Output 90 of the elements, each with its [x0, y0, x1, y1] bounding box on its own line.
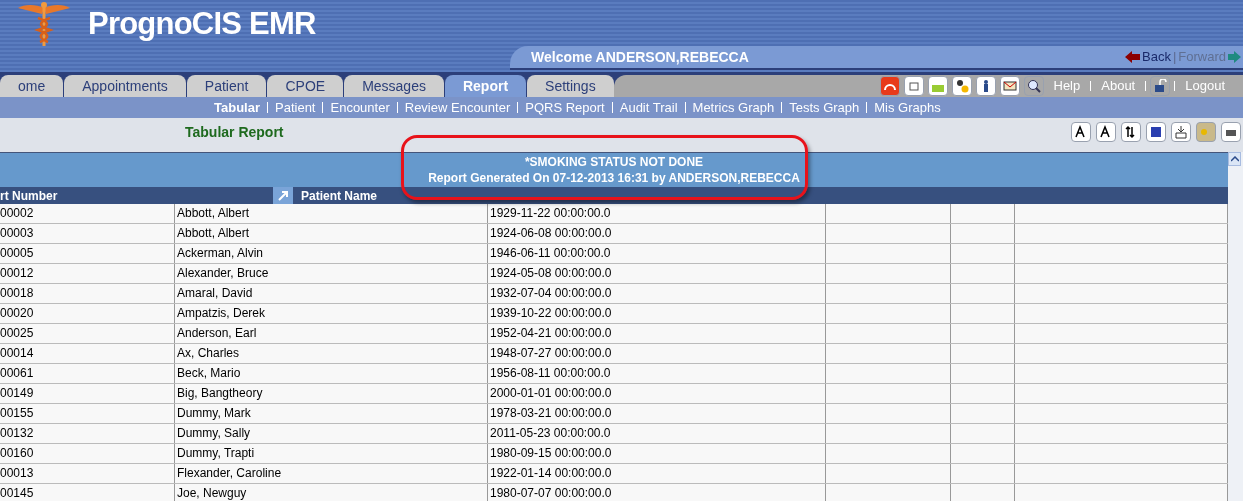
- font-larger-icon[interactable]: [1071, 122, 1091, 142]
- nav-tab[interactable]: ome: [0, 75, 64, 97]
- table-cell: 1956-08-11 00:00:00.0: [488, 364, 826, 383]
- table-cell: 2011-05-23 00:00:00.0: [488, 424, 826, 443]
- table-cell: 1924-06-08 00:00:00.0: [488, 224, 826, 243]
- help-link[interactable]: Help: [1047, 76, 1087, 96]
- back-arrow-icon[interactable]: [1125, 51, 1140, 63]
- welcome-text: Welcome ANDERSON,REBECCA: [531, 47, 749, 67]
- table-cell: Dummy, Trapti: [175, 444, 488, 463]
- table-cell: 1946-06-11 00:00:00.0: [488, 244, 826, 263]
- table-cell: Joe, Newguy: [175, 484, 488, 501]
- separator: |: [1172, 48, 1177, 67]
- caduceus-logo: [16, 0, 72, 48]
- subnav-link[interactable]: Tests Graph: [789, 97, 860, 118]
- sort-icon[interactable]: [1121, 122, 1141, 142]
- scroll-up-icon[interactable]: [1228, 152, 1241, 166]
- table-cell: Ampatzis, Derek: [175, 304, 488, 323]
- table-cell: 1980-09-15 00:00:00.0: [488, 444, 826, 463]
- table-cell: 1929-11-22 00:00:00.0: [488, 204, 826, 223]
- table-cell: 00149: [0, 384, 175, 403]
- table-cell: Ax, Charles: [175, 344, 488, 363]
- table-cell: 1922-01-14 00:00:00.0: [488, 464, 826, 483]
- print-icon[interactable]: [1221, 122, 1241, 142]
- table-cell: 2000-01-01 00:00:00.0: [488, 384, 826, 403]
- info-magnifier-icon[interactable]: [1023, 76, 1044, 96]
- nav-tab[interactable]: Report: [444, 75, 527, 97]
- report-title: Tabular Report: [185, 122, 284, 142]
- expand-icon[interactable]: [273, 187, 293, 204]
- table-cell: 00005: [0, 244, 175, 263]
- subnav-link[interactable]: Encounter: [330, 97, 390, 118]
- subnav-link[interactable]: Patient: [275, 97, 316, 118]
- table-cell: 00160: [0, 444, 175, 463]
- subnav-link[interactable]: Audit Trail: [619, 97, 678, 118]
- table-cell: Abbott, Albert: [175, 204, 488, 223]
- table-cell: 1932-07-04 00:00:00.0: [488, 284, 826, 303]
- nav-tab[interactable]: CPOE: [267, 75, 344, 97]
- mail-icon[interactable]: [999, 76, 1020, 96]
- subnav-link[interactable]: Mis Graphs: [874, 97, 941, 118]
- table-cell: 00012: [0, 264, 175, 283]
- table-cell: 00002: [0, 204, 175, 223]
- subnav-link[interactable]: Metrics Graph: [692, 97, 775, 118]
- table-cell: 00061: [0, 364, 175, 383]
- table-cell: Flexander, Caroline: [175, 464, 488, 483]
- table-cell: 1978-03-21 00:00:00.0: [488, 404, 826, 423]
- subnav-link[interactable]: Review Encounter: [404, 97, 511, 118]
- table-cell: 00132: [0, 424, 175, 443]
- column-header[interactable]: Patient Name: [301, 186, 378, 205]
- gauge-icon[interactable]: [879, 76, 900, 96]
- table-cell: Dummy, Sally: [175, 424, 488, 443]
- table-cell: 00145: [0, 484, 175, 501]
- column-header[interactable]: rt Number: [0, 186, 273, 205]
- banner-text: *SMOKING STATUS NOT DONE: [524, 154, 704, 170]
- table-cell: 00018: [0, 284, 175, 303]
- banner-text: Report Generated On 07-12-2013 16:31 by ANDERSON,REBECCA: [428, 170, 800, 186]
- table-cell: Amaral, David: [175, 284, 488, 303]
- table-cell: Dummy, Mark: [175, 404, 488, 423]
- edit-icon[interactable]: [1146, 122, 1166, 142]
- lock-icon[interactable]: [1150, 76, 1171, 96]
- nav-tab[interactable]: Appointments: [64, 75, 186, 97]
- table-cell: Big, Bangtheory: [175, 384, 488, 403]
- table-cell: 00155: [0, 404, 175, 423]
- person-icon[interactable]: [975, 76, 996, 96]
- nav-tab[interactable]: Patient: [186, 75, 267, 97]
- font-smaller-icon[interactable]: [1096, 122, 1116, 142]
- table-cell: 1924-05-08 00:00:00.0: [488, 264, 826, 283]
- subnav-link[interactable]: Tabular: [214, 97, 260, 118]
- table-cell: 1980-07-07 00:00:00.0: [488, 484, 826, 501]
- nav-tab[interactable]: Settings: [527, 75, 614, 97]
- table-cell: Ackerman, Alvin: [175, 244, 488, 263]
- box-icon[interactable]: [903, 76, 924, 96]
- table-cell: 1939-10-22 00:00:00.0: [488, 304, 826, 323]
- logout-link[interactable]: Logout: [1179, 76, 1231, 96]
- nav-tab[interactable]: Messages: [344, 75, 444, 97]
- table-cell: 00020: [0, 304, 175, 323]
- table-cell: 00014: [0, 344, 175, 363]
- about-link[interactable]: About: [1095, 76, 1142, 96]
- table-cell: 1948-07-27 00:00:00.0: [488, 344, 826, 363]
- table-cell: 1952-04-21 00:00:00.0: [488, 324, 826, 343]
- app-title: PrognoCIS EMR: [88, 4, 316, 43]
- table-cell: Beck, Mario: [175, 364, 488, 383]
- table-cell: 00003: [0, 224, 175, 243]
- table-cell: Anderson, Earl: [175, 324, 488, 343]
- back-link[interactable]: Back: [1142, 47, 1171, 67]
- table-cell: Alexander, Bruce: [175, 264, 488, 283]
- person-clock-icon[interactable]: [951, 76, 972, 96]
- table-cell: 00025: [0, 324, 175, 343]
- table-cell: Abbott, Albert: [175, 224, 488, 243]
- table-cell: 00013: [0, 464, 175, 483]
- subnav-link[interactable]: PQRS Report: [525, 97, 605, 118]
- download-icon[interactable]: [1171, 122, 1191, 142]
